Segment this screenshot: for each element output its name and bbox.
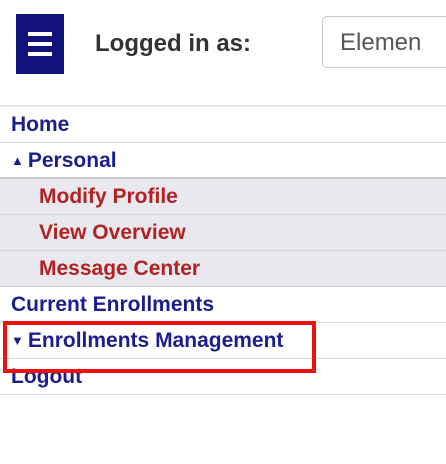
nav-item-label: Enrollments Management (27, 329, 284, 352)
menu-bar-line (28, 42, 52, 46)
nav-item-label: View Overview (39, 221, 186, 244)
top-bar: Logged in as: Elemen (0, 0, 446, 92)
nav-item-home[interactable]: Home (0, 107, 446, 143)
nav-item-logout[interactable]: Logout (0, 359, 446, 395)
nav-item-view-overview[interactable]: View Overview (0, 215, 446, 251)
page: Logged in as: Elemen Home ▲ Personal Modi… (0, 0, 446, 464)
nav-item-label: Modify Profile (39, 185, 178, 208)
nav-item-label: Message Center (39, 257, 201, 280)
nav-item-label: Home (11, 113, 70, 136)
nav-item-message-center[interactable]: Message Center (0, 251, 446, 287)
nav-item-label: Current Enrollments (11, 293, 215, 316)
nav-item-label: Logout (11, 365, 83, 388)
logged-in-label: Logged in as: (95, 30, 251, 57)
menu-bar-line (28, 32, 52, 36)
nav-item-modify-profile[interactable]: Modify Profile (0, 179, 446, 215)
caret-up-icon: ▲ (11, 153, 24, 168)
hamburger-menu-icon[interactable] (16, 14, 64, 74)
nav-item-current-enrollments[interactable]: Current Enrollments (0, 287, 446, 323)
menu-bar-line (28, 52, 52, 56)
nav-menu: Home ▲ Personal Modify Profile View Overv… (0, 107, 446, 395)
nav-item-personal[interactable]: ▲ Personal (0, 143, 446, 179)
nav-item-enrollments-management[interactable]: ▼ Enrollments Management (0, 323, 446, 359)
user-select[interactable]: Elemen (322, 16, 446, 68)
nav-item-label: Personal (27, 149, 117, 172)
caret-down-icon: ▼ (11, 333, 24, 348)
